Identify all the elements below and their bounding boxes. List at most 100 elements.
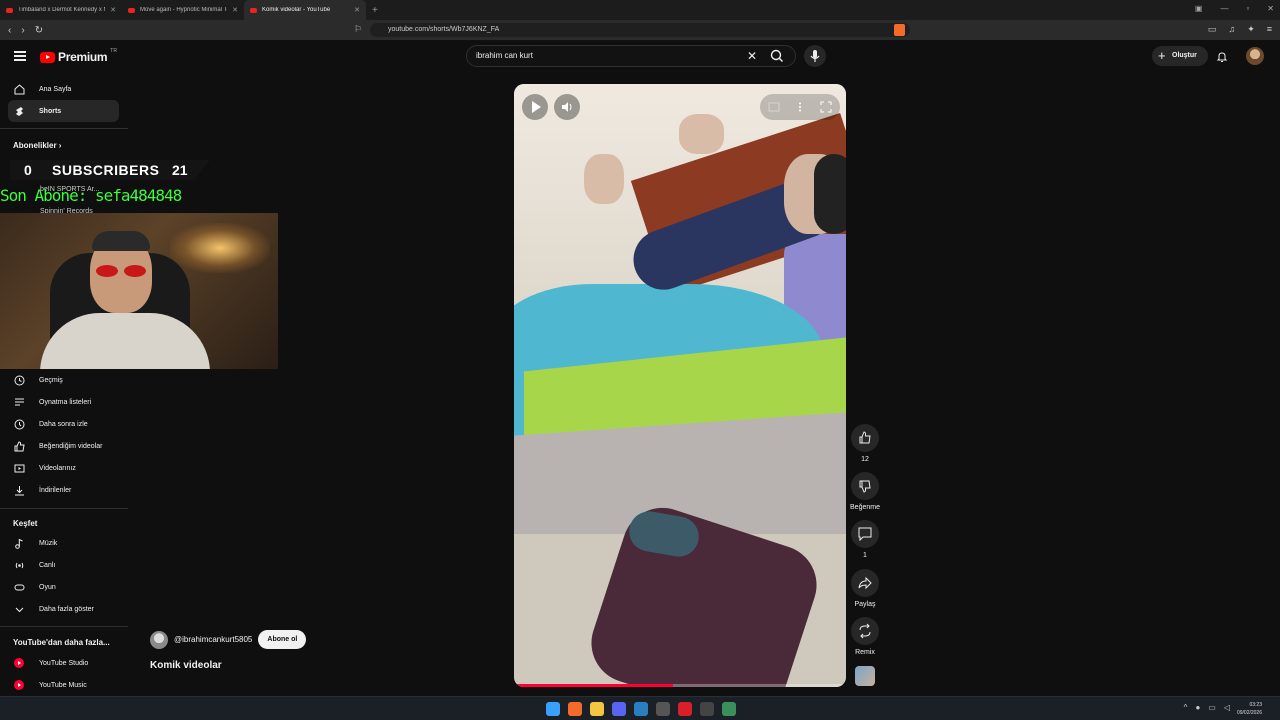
sidebar-heading-explore: Keşfet [13, 519, 38, 528]
minimize-icon[interactable]: — [1220, 4, 1228, 13]
close-window-icon[interactable]: ✕ [1267, 4, 1274, 13]
dislike-button[interactable] [851, 472, 879, 500]
sidebar-item-history[interactable]: Geçmiş [8, 369, 119, 391]
video-progress-bar[interactable] [514, 684, 846, 687]
close-tab-icon[interactable]: ✕ [232, 6, 238, 14]
whatsapp-icon[interactable] [722, 702, 736, 716]
more-options-icon [799, 102, 801, 112]
share-button[interactable] [851, 569, 879, 597]
create-button[interactable]: Oluştur [1152, 46, 1208, 66]
reload-icon[interactable]: ↻ [35, 25, 43, 36]
comment-count: 1 [863, 552, 867, 559]
microphone-icon[interactable]: ● [1195, 703, 1200, 712]
search-box[interactable]: ibrahim can kurt ✕ [466, 45, 796, 67]
subscribe-button[interactable]: Abone ol [258, 630, 307, 649]
like-action[interactable]: 12 [851, 424, 879, 463]
video-icon [14, 464, 25, 472]
obs-icon[interactable] [656, 702, 670, 716]
close-tab-icon[interactable]: ✕ [110, 6, 116, 14]
thumbs-up-icon [14, 440, 25, 451]
comments-button[interactable] [851, 520, 879, 548]
browser-tab[interactable]: Move again - Hypnotic Minimal Techno ✕ [122, 0, 244, 20]
dislike-action[interactable]: Beğenme [850, 472, 880, 511]
sidebar-item-downloads[interactable]: İndirilenler [8, 479, 119, 501]
browser-tab-active[interactable]: Komik videolar - YouTube ✕ [244, 0, 366, 20]
notifications-button[interactable] [1216, 50, 1228, 62]
sidebar-item-home[interactable]: Ana Sayfa [8, 78, 119, 100]
remix-action[interactable]: Remix [851, 617, 879, 656]
steam-icon[interactable] [634, 702, 648, 716]
url-field[interactable]: youtube.com/shorts/Wb7J6KNZ_FA [370, 23, 910, 37]
comments-action[interactable]: 1 [851, 520, 879, 559]
opera-icon[interactable] [678, 702, 692, 716]
volume-icon[interactable]: ◁ [1224, 703, 1230, 712]
sidebar-item-youtube-music[interactable]: YouTube Music [8, 674, 119, 696]
taskbar-apps [546, 702, 736, 716]
menu-icon[interactable] [14, 51, 26, 61]
avatar[interactable] [1246, 47, 1264, 65]
close-tab-icon[interactable]: ✕ [354, 6, 360, 14]
new-tab-button[interactable]: + [366, 5, 384, 16]
play-button[interactable] [522, 94, 548, 120]
short-video-player[interactable] [514, 84, 846, 687]
tab-search-icon[interactable]: ▣ [1195, 4, 1203, 13]
sidebar-item-music[interactable]: Müzik [8, 532, 119, 554]
channel-avatar[interactable] [150, 630, 168, 649]
wallet-icon[interactable]: ▭ [1208, 24, 1217, 35]
subscriber-goal-start: 0 [24, 162, 32, 178]
browser-tab[interactable]: Timbaland x Dermot Kennedy x MEDUZA - Ha… [0, 0, 122, 20]
channel-handle[interactable]: @ibrahimcankurt5805 [174, 635, 252, 644]
search-button[interactable] [760, 45, 796, 67]
share-action[interactable]: Paylaş [851, 569, 879, 608]
sidebar-item-liked-videos[interactable]: Beğendiğim videolar [8, 435, 119, 457]
discord-icon[interactable] [612, 702, 626, 716]
home-icon [14, 83, 25, 94]
search-input[interactable]: ibrahim can kurt [476, 51, 533, 60]
clear-search-icon[interactable]: ✕ [747, 49, 757, 63]
like-button[interactable] [851, 424, 879, 452]
taskbar-clock[interactable]: 03:23 09/02/2026 [1237, 701, 1262, 717]
chevron-down-icon [15, 607, 24, 612]
nav-buttons: ‹ › ↻ [0, 25, 60, 36]
sidebar-item-shorts[interactable]: Shorts [8, 100, 119, 122]
back-icon[interactable]: ‹ [8, 25, 11, 36]
music-icon[interactable]: ♫ [1228, 24, 1235, 35]
video-scene-hand [584, 154, 624, 204]
sidebar-item-watch-later[interactable]: Daha sonra izle [8, 413, 119, 435]
sidebar-item-youtube-studio[interactable]: YouTube Studio [8, 652, 119, 674]
bookmark-icon[interactable]: ⚐ [354, 24, 362, 35]
sound-thumbnail[interactable] [855, 666, 875, 686]
volume-button[interactable] [554, 94, 580, 120]
remix-button[interactable] [851, 617, 879, 645]
forward-icon[interactable]: › [21, 25, 24, 36]
app-icon[interactable] [700, 702, 714, 716]
windows-start-icon[interactable] [546, 702, 560, 716]
brave-browser-icon[interactable] [568, 702, 582, 716]
menu-icon[interactable]: ≡ [1267, 24, 1272, 35]
sidebar-item-playlists[interactable]: Oynatma listeleri [8, 391, 119, 413]
sidebar-item-your-videos[interactable]: Videolarınız [8, 457, 119, 479]
browser-toolbar-icons: ▭ ♫ ✦ ≡ [1208, 24, 1272, 35]
clock-icon [14, 419, 25, 429]
history-icon [14, 375, 25, 385]
sidebar-item-gaming[interactable]: Oyun [8, 576, 119, 598]
video-title[interactable]: Komik videolar [150, 660, 222, 671]
sidebar-item-live[interactable]: Canlı [8, 554, 119, 576]
chevron-up-icon[interactable]: ^ [1184, 703, 1188, 712]
shorts-icon [16, 106, 23, 116]
brave-shields-icon[interactable] [894, 24, 905, 36]
sidebar-item-show-more[interactable]: Daha fazla göster [8, 598, 119, 620]
voice-search-button[interactable] [804, 45, 826, 67]
network-icon[interactable]: ▭ [1208, 703, 1216, 712]
file-explorer-icon[interactable] [590, 702, 604, 716]
channel-row: @ibrahimcankurt5805 Abone ol [150, 630, 307, 649]
sidebar-heading-subscriptions[interactable]: Abonelikler › [13, 141, 61, 150]
like-count: 12 [861, 456, 869, 463]
thumbs-up-icon [859, 431, 871, 444]
window-controls: ▣ — ▫ ✕ [1195, 4, 1274, 13]
share-icon [858, 576, 872, 590]
gamepad-icon [14, 584, 25, 590]
youtube-logo[interactable]: Premium TR [40, 48, 117, 64]
maximize-icon[interactable]: ▫ [1246, 4, 1249, 13]
extensions-icon[interactable]: ✦ [1247, 24, 1255, 35]
